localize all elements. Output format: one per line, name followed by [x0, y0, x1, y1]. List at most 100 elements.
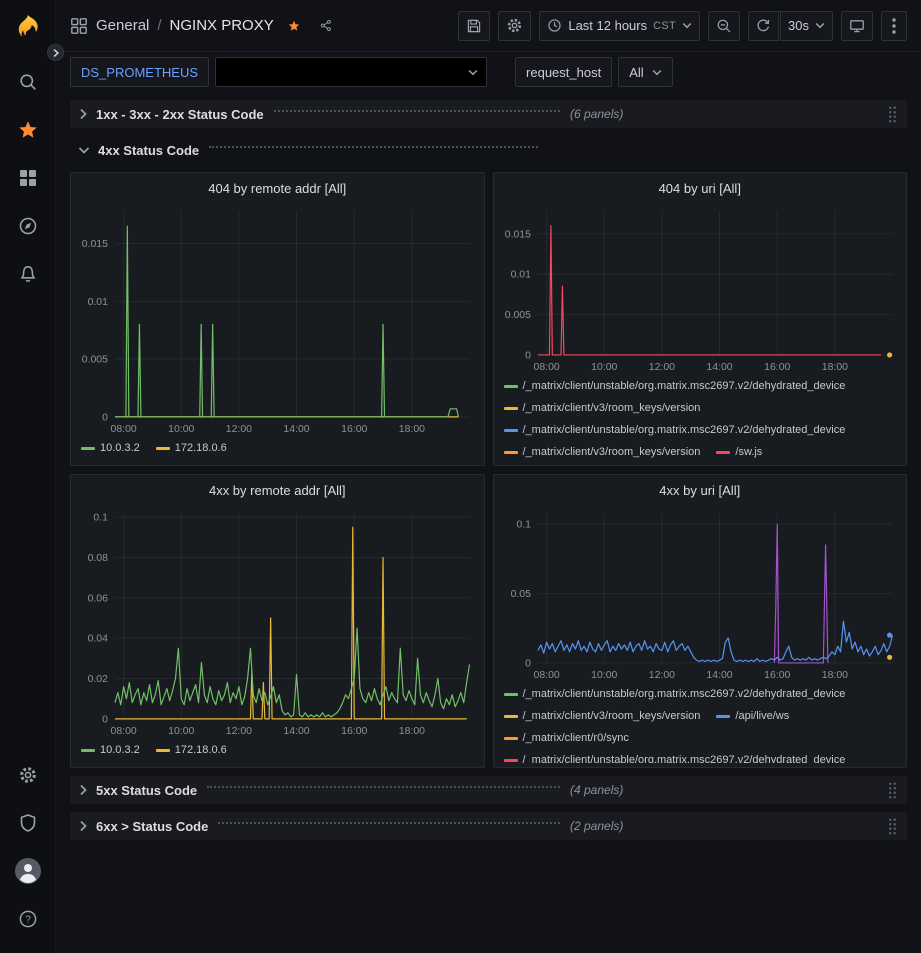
timeseries-chart[interactable]: 00.050.108:0010:0012:0014:0016:0018:00 [494, 505, 907, 683]
profile-button[interactable] [8, 851, 48, 891]
panel-title[interactable]: 404 by uri [All] [494, 173, 907, 203]
tv-mode-button[interactable] [841, 11, 873, 41]
svg-text:08:00: 08:00 [533, 670, 559, 681]
svg-text:10:00: 10:00 [168, 726, 194, 737]
legend-item[interactable]: /_matrix/client/unstable/org.matrix.msc2… [504, 419, 846, 441]
server-admin-button[interactable] [8, 803, 48, 843]
dashboard-settings-button[interactable] [498, 11, 531, 41]
share-button[interactable] [314, 14, 338, 38]
star-icon [288, 18, 300, 34]
svg-text:0.005: 0.005 [82, 355, 108, 366]
legend-item[interactable]: /api/live/ws [716, 705, 789, 727]
svg-text:0: 0 [102, 412, 108, 423]
svg-text:10:00: 10:00 [168, 424, 194, 435]
datasource-variable-select[interactable] [215, 57, 487, 87]
panel-title[interactable]: 4xx by uri [All] [494, 475, 907, 505]
panel-title[interactable]: 4xx by remote addr [All] [71, 475, 484, 505]
legend-item[interactable]: /_matrix/client/v3/room_keys/version [504, 441, 701, 461]
request-host-variable-select[interactable]: All [618, 57, 672, 87]
legend-item[interactable]: 10.0.3.2 [81, 437, 140, 459]
search-button[interactable] [8, 62, 48, 102]
breadcrumb-folder[interactable]: General [96, 17, 149, 34]
zoom-out-button[interactable] [708, 11, 740, 41]
timeseries-chart[interactable]: 00.0050.010.01508:0010:0012:0014:0016:00… [494, 203, 907, 375]
help-button[interactable]: ? [8, 899, 48, 939]
sidebar-expand-button[interactable] [47, 44, 64, 61]
time-range-picker[interactable]: Last 12 hours CST [539, 11, 700, 41]
chevron-right-icon [78, 784, 88, 796]
panel-4xx-by-remote-addr: 4xx by remote addr [All] 00.020.040.060.… [70, 474, 485, 768]
svg-text:18:00: 18:00 [399, 726, 425, 737]
legend-item[interactable]: /sw.js [716, 441, 762, 461]
kebab-menu-icon [892, 18, 896, 34]
series-color-dash [156, 749, 170, 752]
row-5xx[interactable]: 5xx Status Code (4 panels) [70, 776, 907, 804]
row-dotted-leader [274, 110, 560, 112]
dashboards-button[interactable] [8, 158, 48, 198]
svg-text:?: ? [25, 915, 31, 926]
row-drag-handle[interactable] [888, 818, 897, 835]
series-color-dash [504, 385, 518, 388]
panel-title[interactable]: 404 by remote addr [All] [71, 173, 484, 203]
row-drag-handle[interactable] [888, 106, 897, 123]
legend-item[interactable]: 172.18.0.6 [156, 437, 227, 459]
refresh-button[interactable] [748, 11, 779, 41]
legend-item[interactable]: 10.0.3.2 [81, 739, 140, 761]
grafana-logo[interactable] [12, 12, 44, 44]
row-drag-handle[interactable] [888, 782, 897, 799]
row-title: 1xx - 3xx - 2xx Status Code [96, 107, 264, 122]
refresh-group: 30s [748, 11, 833, 41]
svg-text:0.015: 0.015 [504, 229, 530, 240]
alerting-button[interactable] [8, 254, 48, 294]
svg-text:0.01: 0.01 [510, 270, 531, 281]
row-1xx-3xx-2xx[interactable]: 1xx - 3xx - 2xx Status Code (6 panels) [70, 100, 907, 128]
svg-text:0.015: 0.015 [82, 239, 108, 250]
series-color-dash [504, 715, 518, 718]
svg-text:0: 0 [525, 350, 531, 361]
series-color-dash [504, 451, 518, 454]
configuration-button[interactable] [8, 755, 48, 795]
timeseries-chart[interactable]: 00.0050.010.01508:0010:0012:0014:0016:00… [71, 203, 484, 437]
save-icon [466, 18, 482, 34]
help-icon: ? [18, 909, 38, 929]
search-icon [18, 72, 38, 92]
more-options-button[interactable] [881, 11, 907, 41]
chevron-down-icon [815, 22, 825, 29]
refresh-interval-picker[interactable]: 30s [780, 11, 833, 41]
svg-text:18:00: 18:00 [399, 424, 425, 435]
legend-item[interactable]: /_matrix/client/unstable/org.matrix.msc2… [504, 375, 846, 397]
row-title: 4xx Status Code [98, 143, 199, 158]
row-6xx[interactable]: 6xx > Status Code (2 panels) [70, 812, 907, 840]
chevron-down-icon [468, 69, 478, 76]
legend-item[interactable]: 172.18.0.6 [156, 739, 227, 761]
favorite-button[interactable] [282, 14, 306, 38]
series-color-dash [504, 737, 518, 740]
refresh-interval-label: 30s [788, 18, 809, 33]
legend-item[interactable]: /_matrix/client/unstable/org.matrix.msc2… [504, 749, 846, 763]
request-host-value: All [629, 65, 643, 80]
chart-legend: /_matrix/client/unstable/org.matrix.msc2… [494, 375, 907, 461]
explore-button[interactable] [8, 206, 48, 246]
legend-item[interactable]: /_matrix/client/v3/room_keys/version [504, 397, 701, 419]
gear-icon [18, 765, 38, 785]
legend-item[interactable]: /_matrix/client/r0/sync [504, 727, 629, 749]
timezone-label: CST [653, 20, 676, 32]
starred-dashboards-button[interactable] [8, 110, 48, 150]
timeseries-chart[interactable]: 00.020.040.060.080.108:0010:0012:0014:00… [71, 505, 484, 739]
series-label: /_matrix/client/unstable/org.matrix.msc2… [523, 424, 846, 436]
legend-item[interactable]: /_matrix/client/v3/room_keys/version [504, 705, 701, 727]
save-dashboard-button[interactable] [458, 11, 490, 41]
series-color-dash [81, 749, 95, 752]
series-label: 10.0.3.2 [100, 744, 140, 756]
row-4xx[interactable]: 4xx Status Code [70, 136, 907, 164]
svg-text:08:00: 08:00 [111, 424, 137, 435]
legend-item[interactable]: /_matrix/client/unstable/org.matrix.msc2… [504, 683, 846, 705]
apps-icon [70, 17, 88, 35]
svg-text:14:00: 14:00 [283, 424, 309, 435]
svg-text:14:00: 14:00 [706, 670, 732, 681]
dashboard-content: 1xx - 3xx - 2xx Status Code (6 panels) 4… [56, 92, 921, 953]
datasource-variable-label[interactable]: DS_PROMETHEUS [70, 57, 209, 87]
series-color-dash [81, 447, 95, 450]
avatar [15, 858, 41, 884]
svg-text:12:00: 12:00 [648, 362, 674, 373]
